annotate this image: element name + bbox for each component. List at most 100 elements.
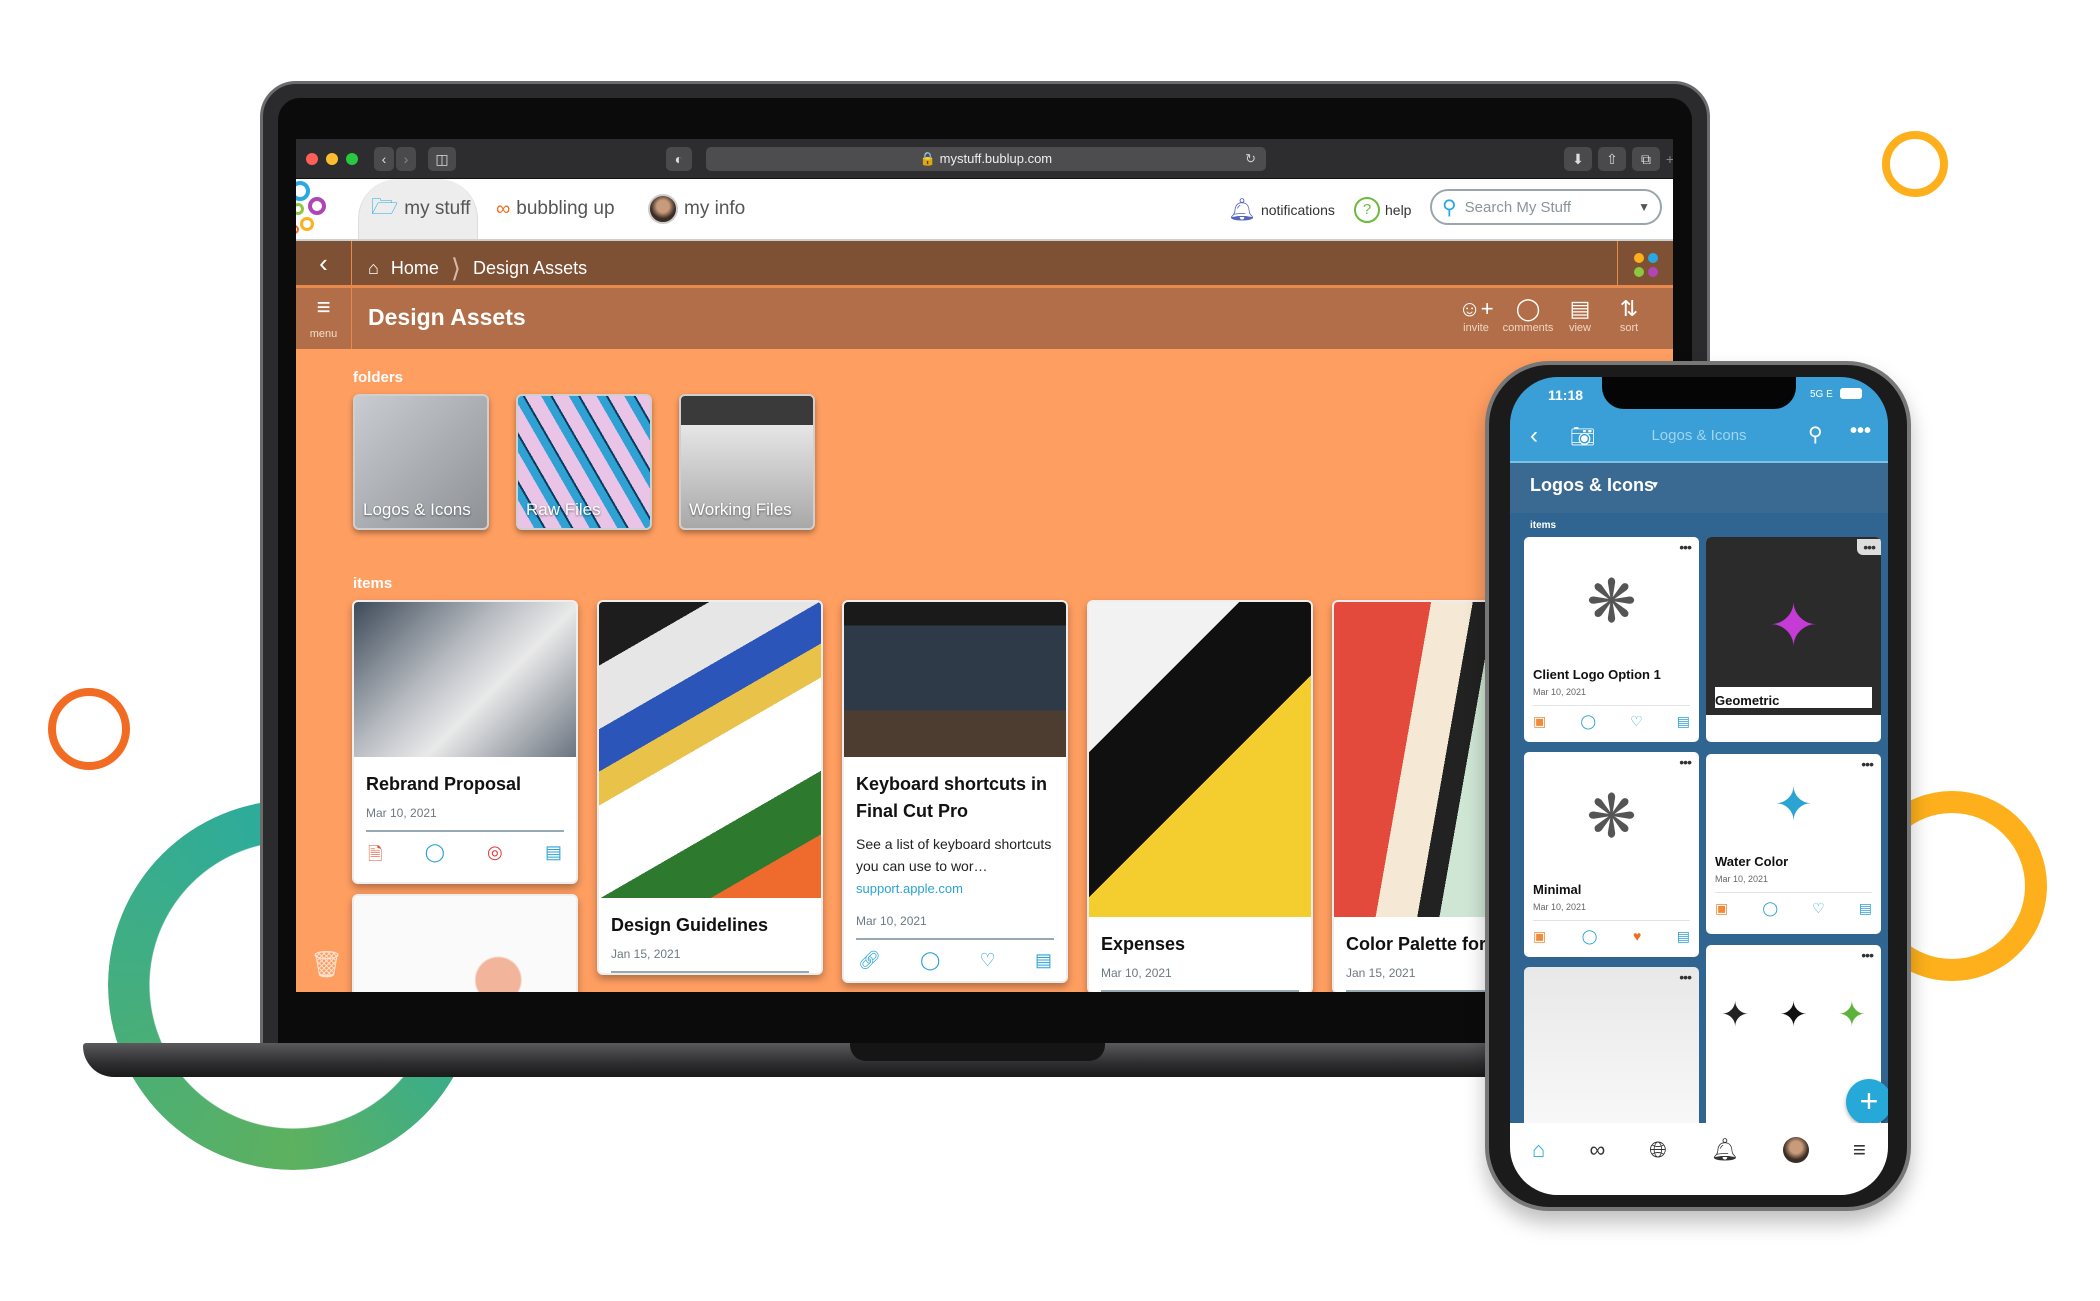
tab-label: my info [684, 198, 746, 219]
details-icon[interactable]: ▤ [1677, 928, 1690, 945]
item-title: Water Color [1715, 854, 1789, 869]
add-item-button[interactable]: + [1846, 1079, 1888, 1125]
image-icon[interactable]: ▣ [1533, 928, 1546, 945]
sort-button[interactable]: ⇅ sort [1599, 296, 1659, 334]
image-icon[interactable]: ▣ [1715, 900, 1728, 917]
home-icon[interactable]: ⌂ [1532, 1137, 1545, 1163]
help-link[interactable]: ? help [1354, 197, 1411, 223]
more-options-icon[interactable]: ••• [1850, 420, 1871, 443]
folder-name: Working Files [689, 500, 792, 519]
title-bar: ≡ menu Design Assets ☺+ invite ◯ comment… [296, 288, 1673, 349]
tab-bubbling-up[interactable]: ∞ bubbling up [496, 179, 615, 239]
more-icon[interactable]: ••• [1679, 754, 1692, 770]
tab-label: my stuff [404, 198, 471, 219]
folder-logos-icons[interactable]: Logos & Icons [353, 394, 489, 530]
details-icon[interactable]: ▤ [1677, 713, 1690, 730]
like-icon[interactable]: ♡ [1630, 713, 1643, 730]
back-button[interactable]: ‹ [296, 241, 352, 288]
bubbles-icon: ∞ [496, 197, 511, 220]
details-icon[interactable]: ▤ [1035, 950, 1052, 971]
link-icon[interactable]: 🔗︎ [858, 950, 881, 971]
target-icon[interactable]: ◎ [487, 842, 503, 872]
tab-my-info[interactable]: my info [648, 179, 745, 239]
phone-item-card[interactable]: ••• [1524, 967, 1699, 1147]
folder-name: Logos & Icons [363, 500, 471, 519]
folder-name: Raw Files [526, 500, 601, 519]
search-input[interactable]: ⚲ Search My Stuff ▼ [1430, 189, 1662, 225]
more-icon[interactable]: ••• [1857, 539, 1881, 555]
image-icon[interactable]: ▣ [1533, 713, 1546, 730]
bell-icon[interactable]: 🔔︎ [1711, 1137, 1739, 1163]
item-thumbnail [599, 602, 821, 898]
comment-icon[interactable]: ◯ [1580, 713, 1596, 730]
item-card[interactable]: Design Guidelines Jan 15, 2021 [597, 600, 823, 975]
folder-working-files[interactable]: Working Files [679, 394, 815, 530]
like-icon[interactable]: ♡ [980, 950, 996, 971]
bublup-logo[interactable] [296, 181, 340, 237]
invite-button[interactable]: ☺+ invite [1446, 296, 1506, 334]
item-title: Rebrand Proposal [366, 774, 522, 794]
folder-title[interactable]: Logos & Icons [1530, 475, 1654, 496]
hummingbird-watercolor-image: ✦ [1774, 778, 1813, 830]
folder-raw-files[interactable]: Raw Files [516, 394, 652, 530]
maximize-window-button[interactable] [346, 153, 358, 165]
chevron-down-icon[interactable]: ▼ [1650, 480, 1660, 491]
invite-label: invite [1463, 322, 1489, 334]
menu-icon[interactable]: ≡ [1853, 1137, 1866, 1163]
item-date: Mar 10, 2021 [1715, 874, 1769, 884]
apps-switcher-button[interactable] [1617, 241, 1673, 288]
liked-heart-icon[interactable]: ♥ [1633, 928, 1641, 945]
download-icon[interactable]: ⬇ [1564, 147, 1592, 171]
item-card[interactable] [352, 894, 578, 992]
close-window-button[interactable] [306, 153, 318, 165]
more-icon[interactable]: ••• [1861, 947, 1874, 963]
network-indicator: 5G E [1810, 389, 1833, 400]
sidebar-toggle-icon[interactable]: ◫ [428, 147, 456, 171]
comment-icon[interactable]: ◯ [1582, 928, 1598, 945]
notifications-link[interactable]: 🔔︎ notifications [1228, 197, 1335, 223]
menu-button[interactable]: ≡ menu [296, 288, 352, 349]
item-thumbnail [844, 602, 1066, 757]
more-icon[interactable]: ••• [1679, 539, 1692, 555]
item-card[interactable]: Rebrand Proposal Mar 10, 2021 🗎 ◯ ◎ ▤ [352, 600, 578, 884]
item-title: Geometric [1715, 687, 1872, 708]
forward-nav-button[interactable]: › [396, 147, 416, 171]
phone-item-card[interactable]: ••• ❋ Minimal Mar 10, 2021 ▣ ◯ ♥ ▤ [1524, 752, 1699, 957]
item-card[interactable]: Expenses Mar 10, 2021 [1087, 600, 1313, 992]
details-icon[interactable]: ▤ [545, 842, 562, 872]
page-title: Design Assets [368, 304, 526, 330]
like-icon[interactable]: ♡ [1812, 900, 1825, 917]
item-link[interactable]: support.apple.com [856, 881, 1054, 896]
comment-icon[interactable]: ◯ [425, 842, 445, 872]
tabs-overview-icon[interactable]: ⧉ [1632, 147, 1660, 171]
bubbles-icon[interactable]: ∞ [1589, 1137, 1605, 1163]
more-icon[interactable]: ••• [1679, 969, 1692, 985]
chevron-down-icon[interactable]: ▼ [1638, 200, 1650, 214]
reload-icon[interactable]: ↻ [1245, 147, 1256, 171]
powerpoint-file-icon[interactable]: 🗎 [368, 842, 382, 872]
avatar[interactable] [1782, 1137, 1809, 1163]
new-tab-button[interactable]: + [1664, 147, 1673, 171]
folder-title-row: Logos & Icons ▼ [1510, 463, 1888, 513]
address-bar[interactable]: 🔒 mystuff.bublup.com ↻ [706, 147, 1266, 171]
item-title: Minimal [1533, 882, 1582, 897]
share-icon[interactable]: ⇧ [1598, 147, 1626, 171]
more-icon[interactable]: ••• [1861, 756, 1874, 772]
phone-item-card[interactable]: ••• ✦ Water Color Mar 10, 2021 ▣ ◯ ♡ ▤ [1706, 754, 1881, 934]
item-card[interactable]: Keyboard shortcuts in Final Cut Pro See … [842, 600, 1068, 983]
breadcrumb-home[interactable]: Home [391, 258, 439, 279]
comment-icon[interactable]: ◯ [920, 950, 940, 971]
phone-item-card[interactable]: ✦ ••• Geometric [1706, 537, 1881, 742]
minimize-window-button[interactable] [326, 153, 338, 165]
globe-icon[interactable]: 🌐︎ [1649, 1137, 1667, 1163]
tab-my-stuff[interactable]: 🗁 my stuff [358, 179, 478, 239]
details-icon[interactable]: ▤ [1859, 900, 1872, 917]
comments-button[interactable]: ◯ comments [1498, 296, 1558, 334]
shield-icon[interactable]: ◐ [666, 147, 692, 171]
phone-item-card[interactable]: ••• ❋ Client Logo Option 1 Mar 10, 2021 … [1524, 537, 1699, 742]
back-nav-button[interactable]: ‹ [374, 147, 394, 171]
search-icon[interactable]: ⚲ [1808, 422, 1823, 447]
browser-toolbar: ‹ › ◫ ◐ 🔒 mystuff.bublup.com ↻ ⬇ ⇧ ⧉ + [296, 139, 1673, 179]
trash-icon[interactable]: 🗑︎ [310, 949, 343, 980]
comment-icon[interactable]: ◯ [1762, 900, 1778, 917]
